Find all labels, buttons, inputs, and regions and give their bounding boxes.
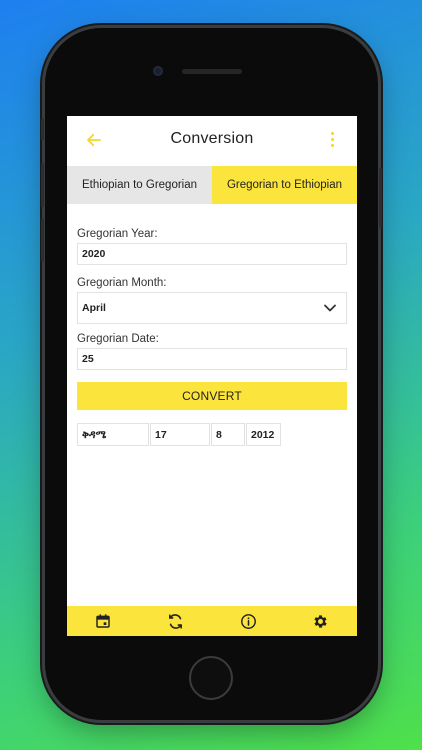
bottom-navigation (67, 606, 357, 636)
result-row: ቅዳሜ 17 8 2012 (77, 423, 347, 446)
result-day: 17 (150, 423, 210, 446)
year-input[interactable]: 2020 (77, 243, 347, 265)
more-vertical-icon[interactable] (329, 132, 335, 150)
earpiece-speaker (182, 69, 242, 74)
date-label: Gregorian Date: (77, 333, 159, 345)
home-button[interactable] (189, 656, 233, 700)
sync-icon (169, 613, 183, 629)
month-select[interactable]: April (77, 292, 347, 324)
settings-icon (314, 614, 327, 628)
nav-settings[interactable] (312, 612, 330, 630)
nav-convert[interactable] (167, 612, 185, 630)
front-camera (153, 66, 163, 76)
conversion-tabs: Ethiopian to Gregorian Gregorian to Ethi… (67, 166, 357, 204)
mute-switch (41, 118, 44, 140)
app-bar: Conversion (67, 116, 357, 166)
app-screen: Conversion Ethiopian to Gregorian Gregor… (67, 116, 357, 636)
volume-down-button (41, 218, 44, 262)
nav-info[interactable] (239, 612, 257, 630)
date-input[interactable]: 25 (77, 348, 347, 370)
phone-frame: Conversion Ethiopian to Gregorian Gregor… (41, 28, 382, 720)
month-label: Gregorian Month: (77, 277, 167, 289)
volume-up-button (41, 163, 44, 207)
result-year: 2012 (246, 423, 281, 446)
month-selected-value: April (82, 302, 106, 314)
chevron-down-icon (324, 304, 336, 312)
convert-button[interactable]: CONVERT (77, 382, 347, 410)
tab-gregorian-to-ethiopian[interactable]: Gregorian to Ethiopian (212, 166, 357, 204)
tab-ethiopian-to-gregorian[interactable]: Ethiopian to Gregorian (67, 166, 212, 204)
power-button (379, 168, 382, 228)
conversion-form: Gregorian Year: 2020 Gregorian Month: Ap… (67, 204, 357, 446)
page-title: Conversion (170, 130, 254, 147)
nav-calendar[interactable] (94, 612, 112, 630)
result-weekday: ቅዳሜ (77, 423, 149, 446)
info-icon (240, 613, 256, 629)
calendar-icon (96, 614, 110, 628)
result-month: 8 (211, 423, 245, 446)
year-label: Gregorian Year: (77, 228, 158, 240)
